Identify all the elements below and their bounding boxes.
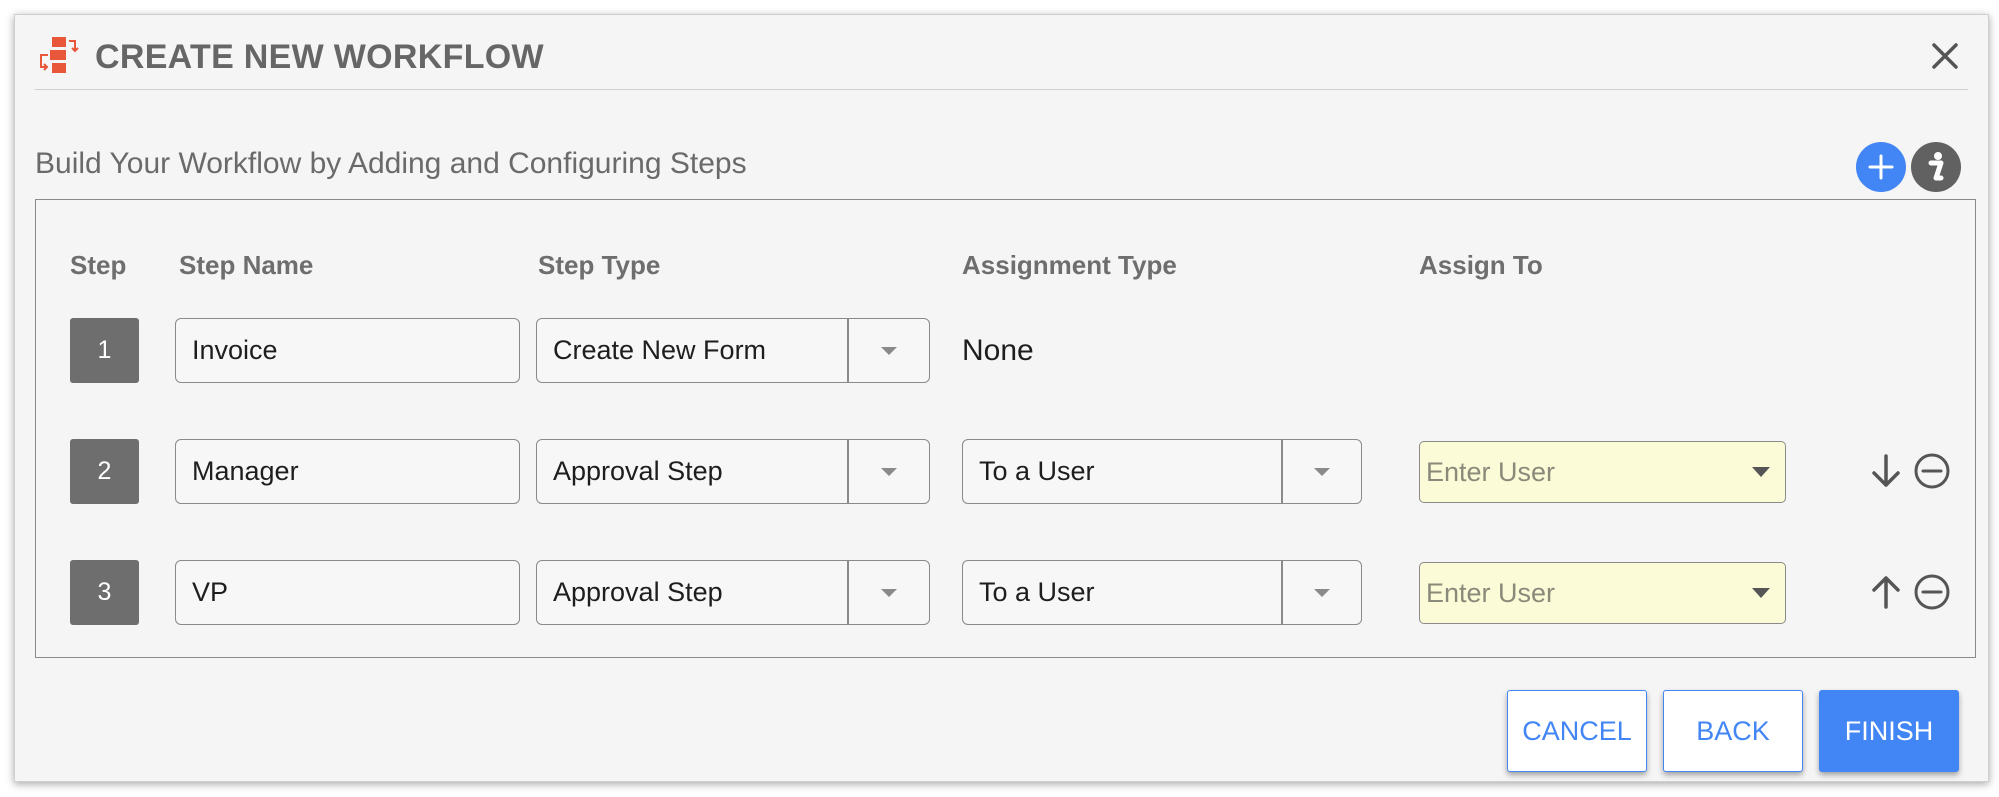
assignment-type-select[interactable]: To a User: [962, 560, 1362, 625]
step-number-badge: 3: [70, 560, 139, 625]
caret-down-icon: [1283, 561, 1361, 624]
add-step-button[interactable]: [1856, 142, 1906, 192]
assign-to-placeholder: Enter User: [1426, 577, 1556, 608]
step-type-select[interactable]: Approval Step: [536, 439, 930, 504]
dialog-title: CREATE NEW WORKFLOW: [95, 38, 544, 76]
assignment-type-select[interactable]: To a User: [962, 439, 1362, 504]
caret-down-icon: [1283, 440, 1361, 503]
cancel-button[interactable]: CANCEL: [1507, 690, 1647, 772]
plus-icon: [1868, 154, 1894, 180]
step-name-input[interactable]: Invoice: [175, 318, 520, 383]
minus-circle-icon[interactable]: [1912, 451, 1952, 491]
workflow-steps-panel: Step Step Name Step Type Assignment Type…: [35, 199, 1976, 658]
step-type-value: Approval Step: [553, 577, 723, 607]
info-icon: [1928, 152, 1944, 181]
caret-down-icon: [849, 319, 929, 382]
info-button[interactable]: [1911, 142, 1961, 192]
header-step: Step: [70, 250, 127, 280]
assignment-type-text: None: [962, 334, 1034, 367]
close-icon[interactable]: [1924, 35, 1966, 77]
header-assignment-type: Assignment Type: [962, 250, 1177, 280]
step-name-input[interactable]: VP: [175, 560, 520, 625]
header-step-type: Step Type: [538, 250, 661, 280]
step-name-input[interactable]: Manager: [175, 439, 520, 504]
step-type-value: Create New Form: [553, 335, 767, 365]
assignment-type-value: To a User: [979, 577, 1095, 607]
caret-down-icon: [1752, 467, 1770, 477]
step-type-select[interactable]: Create New Form: [536, 318, 930, 383]
assign-to-user-select[interactable]: Enter User: [1419, 562, 1786, 624]
assign-to-placeholder: Enter User: [1426, 456, 1556, 487]
create-workflow-dialog: CREATE NEW WORKFLOW Build Your Workflow …: [14, 14, 1989, 782]
arrow-down-icon[interactable]: [1866, 451, 1906, 491]
step-number-badge: 2: [70, 439, 139, 504]
caret-down-icon: [849, 440, 929, 503]
assign-to-user-select[interactable]: Enter User: [1419, 441, 1786, 503]
step-type-select[interactable]: Approval Step: [536, 560, 930, 625]
title-divider: [35, 89, 1968, 90]
finish-button[interactable]: FINISH: [1819, 690, 1959, 772]
step-number-badge: 1: [70, 318, 139, 383]
back-button[interactable]: BACK: [1663, 690, 1803, 772]
header-assign-to: Assign To: [1419, 250, 1543, 280]
workflow-icon: [40, 37, 79, 73]
assignment-type-value: To a User: [979, 456, 1095, 486]
minus-circle-icon[interactable]: [1912, 572, 1952, 612]
step-type-value: Approval Step: [553, 456, 723, 486]
dialog-subtitle: Build Your Workflow by Adding and Config…: [35, 147, 747, 180]
caret-down-icon: [1752, 588, 1770, 598]
header-step-name: Step Name: [179, 250, 314, 280]
caret-down-icon: [849, 561, 929, 624]
arrow-up-icon[interactable]: [1866, 572, 1906, 612]
